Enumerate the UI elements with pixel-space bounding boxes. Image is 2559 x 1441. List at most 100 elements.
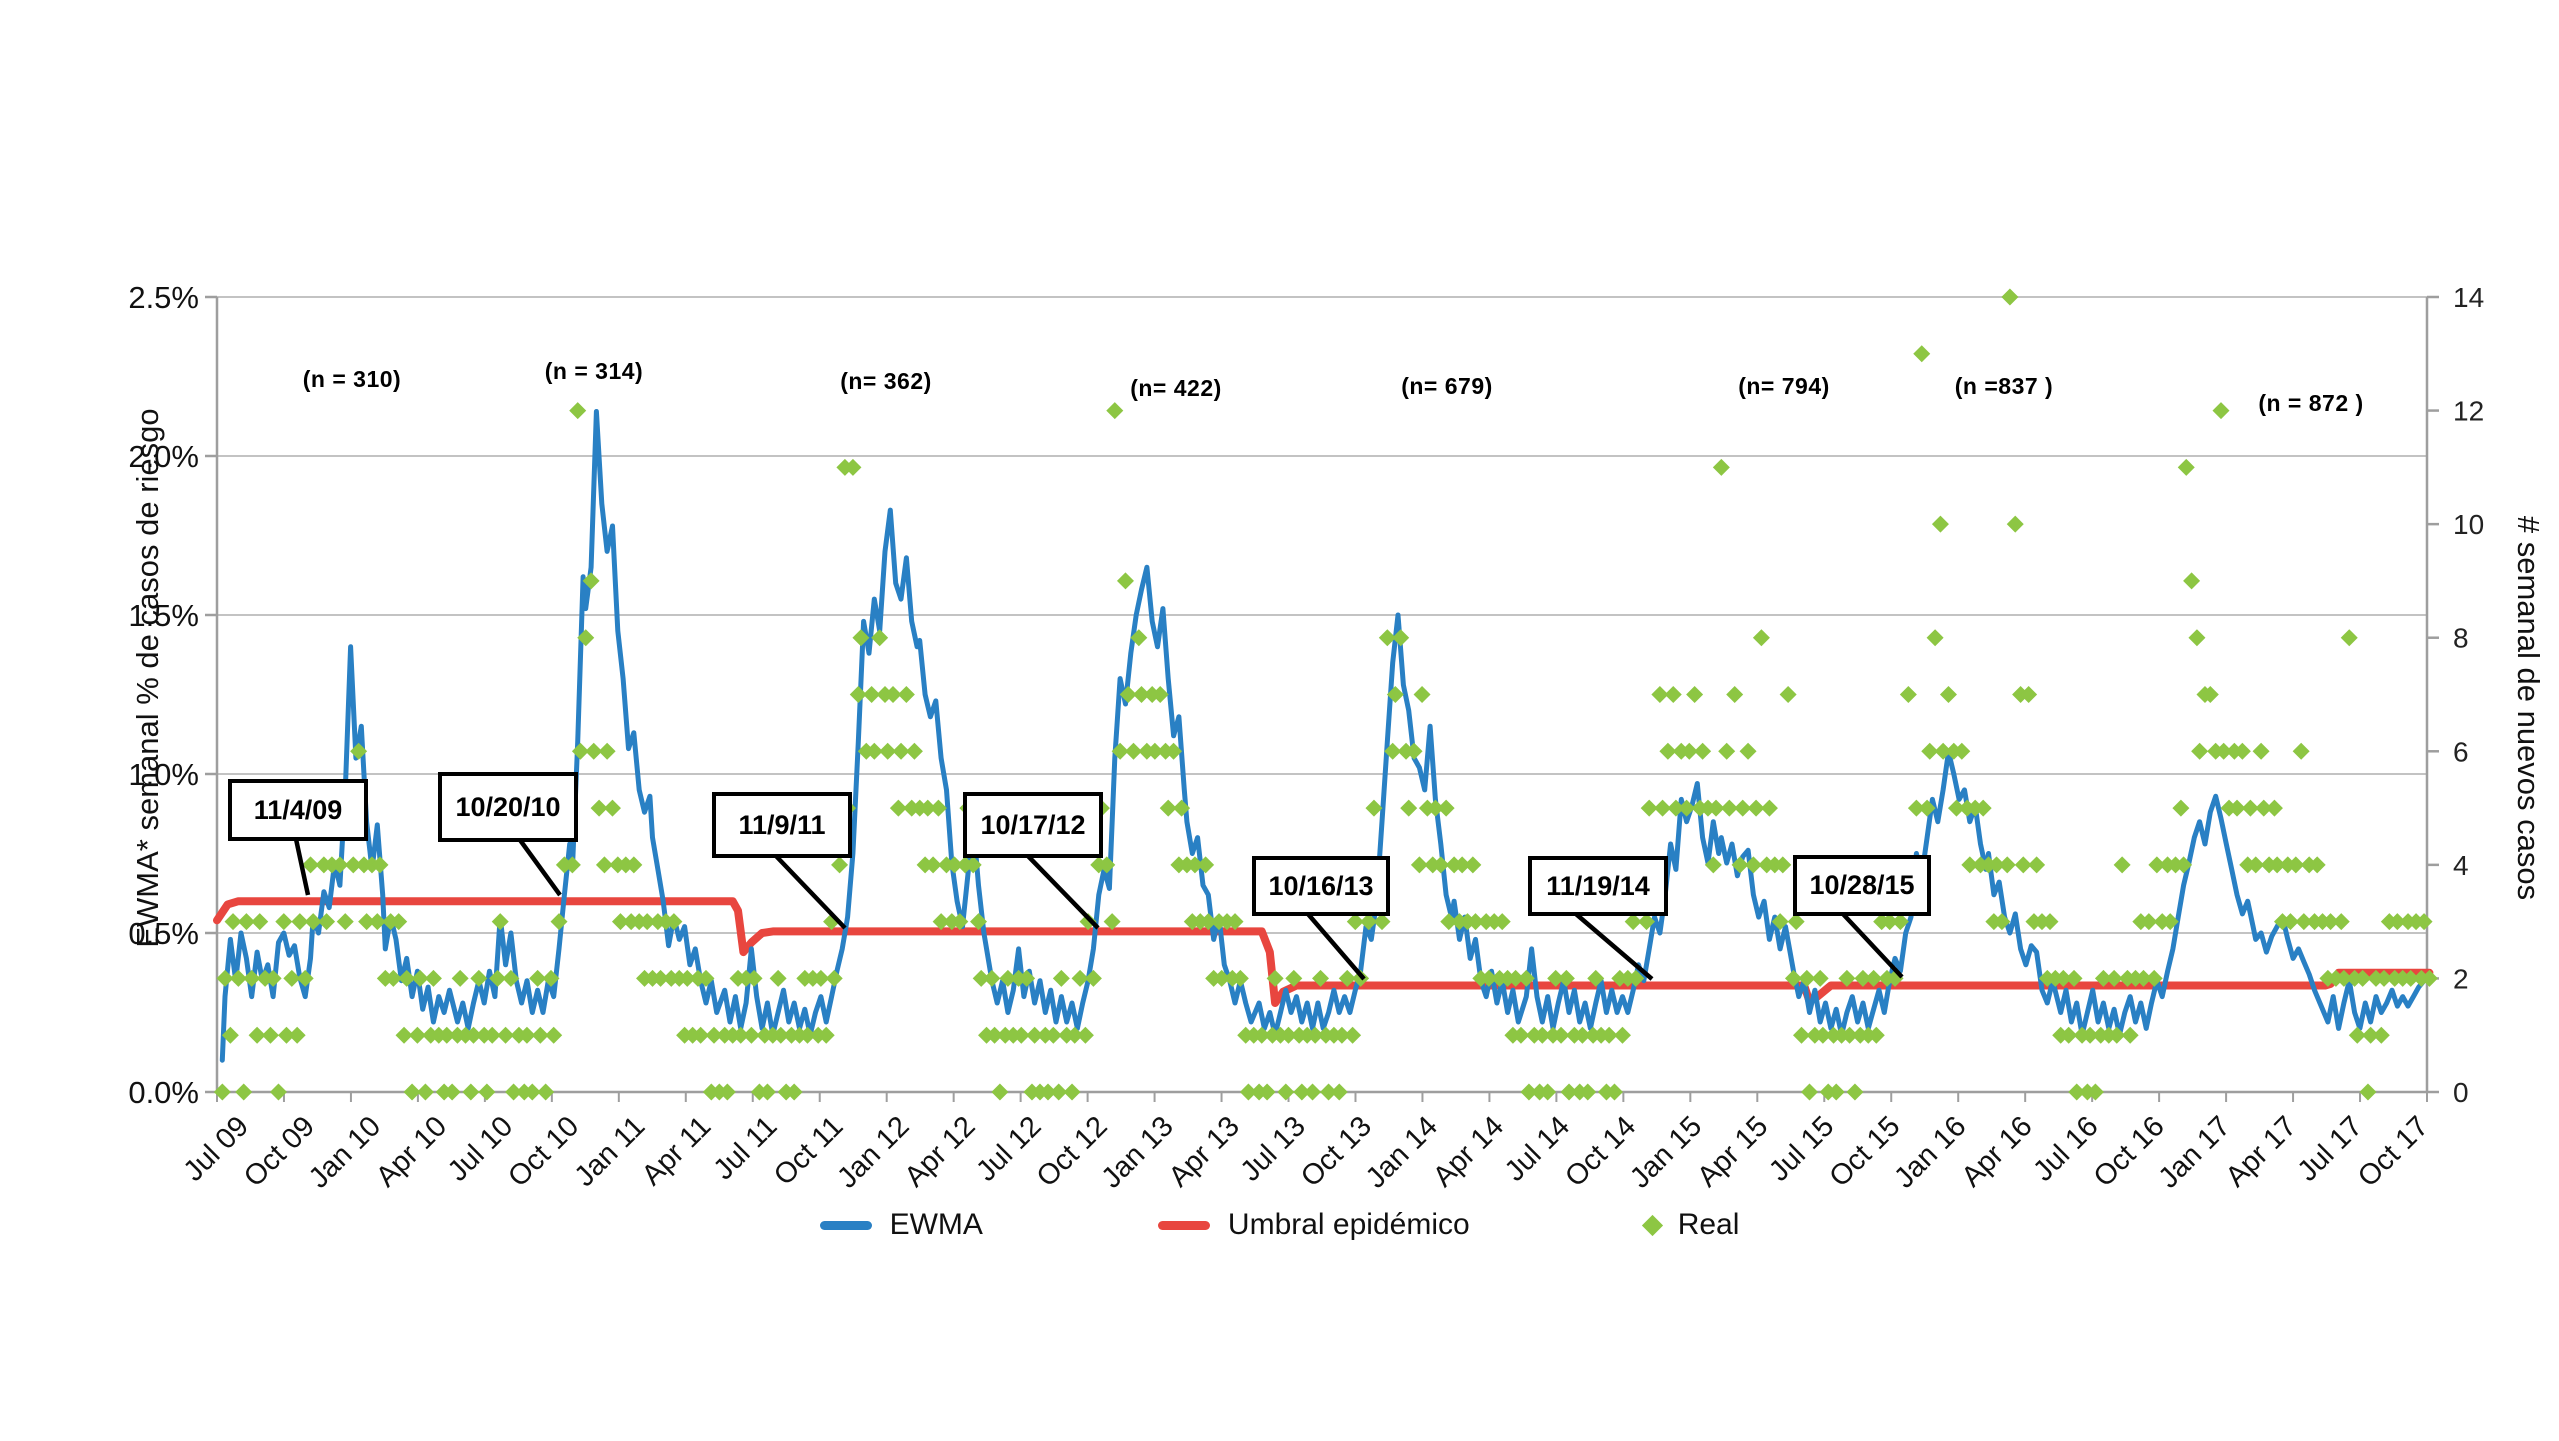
x-axis-tick-label: Jan 11 bbox=[569, 1110, 652, 1193]
real-data-point bbox=[2178, 459, 2195, 476]
real-data-point bbox=[289, 1027, 306, 1044]
right-axis-tick-label: 10 bbox=[2453, 509, 2484, 540]
sample-size-annotation: (n = 310) bbox=[303, 366, 401, 393]
real-data-point bbox=[599, 743, 616, 760]
threshold-date-callout: 11/19/14 bbox=[1528, 856, 1668, 916]
x-axis-tick-label: Apr 16 bbox=[1956, 1110, 2039, 1193]
real-data-point bbox=[2188, 629, 2205, 646]
right-axis-tick-label: 14 bbox=[2453, 282, 2484, 313]
left-axis-tick-label: 0.0% bbox=[128, 1075, 199, 1110]
sample-size-annotation: (n =837 ) bbox=[1955, 373, 2053, 400]
real-data-point bbox=[275, 913, 292, 930]
ewma-line-swatch-icon bbox=[820, 1221, 872, 1230]
real-data-point bbox=[337, 913, 354, 930]
legend-item-ewma: EWMA bbox=[820, 1208, 983, 1242]
real-data-point bbox=[1686, 686, 1703, 703]
legend-label-real: Real bbox=[1678, 1208, 1740, 1242]
real-data-point bbox=[2373, 1027, 2390, 1044]
real-data-point bbox=[831, 856, 848, 873]
right-axis-tick-label: 12 bbox=[2453, 396, 2484, 427]
callout-leader-line bbox=[520, 840, 560, 895]
x-axis-tick-label: Jan 14 bbox=[1360, 1110, 1444, 1194]
real-data-point bbox=[478, 1084, 495, 1101]
real-data-point bbox=[1932, 516, 1949, 533]
real-data-point bbox=[492, 913, 509, 930]
x-axis-tick-label: Oct 10 bbox=[502, 1110, 585, 1193]
real-data-point bbox=[906, 743, 923, 760]
real-data-point bbox=[1053, 970, 1070, 987]
real-data-point bbox=[2341, 629, 2358, 646]
real-data-point bbox=[462, 1084, 479, 1101]
x-axis-tick-label: Oct 13 bbox=[1295, 1110, 1378, 1193]
real-data-point bbox=[1106, 402, 1123, 419]
x-axis-tick-label: Apr 17 bbox=[2220, 1110, 2303, 1193]
real-data-point bbox=[2028, 856, 2045, 873]
real-data-point bbox=[2213, 402, 2230, 419]
real-data-point bbox=[1940, 686, 1957, 703]
real-data-point bbox=[1331, 1084, 1348, 1101]
x-axis-tick-label: Apr 15 bbox=[1691, 1110, 1774, 1193]
real-data-point bbox=[1665, 686, 1682, 703]
real-data-point bbox=[1761, 800, 1778, 817]
left-axis-tick-label: 2.5% bbox=[128, 280, 199, 315]
real-data-point bbox=[826, 970, 843, 987]
x-axis-tick-label: Apr 14 bbox=[1427, 1110, 1510, 1193]
x-axis-tick-label: Apr 11 bbox=[636, 1110, 718, 1192]
right-axis-tick-label: 6 bbox=[2453, 736, 2469, 767]
right-axis-tick-label: 2 bbox=[2453, 963, 2469, 994]
real-diamond-swatch-icon bbox=[1642, 1214, 1663, 1235]
threshold-date-callout: 10/16/13 bbox=[1252, 856, 1390, 916]
umbral-line-swatch-icon bbox=[1158, 1221, 1210, 1230]
threshold-date-callout: 10/17/12 bbox=[963, 792, 1103, 858]
real-data-point bbox=[1438, 800, 1455, 817]
real-data-point bbox=[545, 1027, 562, 1044]
sample-size-annotation: (n= 362) bbox=[840, 368, 932, 395]
x-axis-tick-label: Oct 14 bbox=[1559, 1110, 1642, 1193]
x-axis-tick-label: Oct 16 bbox=[2088, 1110, 2171, 1193]
sample-size-annotation: (n= 794) bbox=[1738, 373, 1830, 400]
sample-size-annotation: (n = 314) bbox=[545, 358, 643, 385]
real-data-point bbox=[2266, 800, 2283, 817]
real-data-point bbox=[604, 800, 621, 817]
sample-size-annotation: (n = 872 ) bbox=[2258, 390, 2363, 417]
real-data-point bbox=[452, 970, 469, 987]
threshold-date-callout: 11/9/11 bbox=[712, 792, 852, 858]
sample-size-annotation: (n= 679) bbox=[1401, 373, 1493, 400]
real-data-point bbox=[1801, 1084, 1818, 1101]
legend-item-real: Real bbox=[1645, 1208, 1740, 1242]
real-data-point bbox=[417, 1084, 434, 1101]
right-axis-title: # semanal de nuevos casos bbox=[2510, 428, 2546, 988]
real-data-point bbox=[235, 1084, 252, 1101]
real-data-point bbox=[1304, 1084, 1321, 1101]
real-data-point bbox=[1927, 629, 1944, 646]
threshold-date-callout: 11/4/09 bbox=[228, 779, 368, 841]
real-data-point bbox=[1740, 743, 1757, 760]
ewma-line bbox=[222, 412, 2429, 1061]
right-axis-tick-label: 0 bbox=[2453, 1077, 2469, 1108]
x-axis-tick-label: Jan 12 bbox=[831, 1110, 915, 1194]
real-data-point bbox=[1999, 856, 2016, 873]
callout-leader-line bbox=[1028, 856, 1098, 928]
real-data-point bbox=[1365, 800, 1382, 817]
real-data-point bbox=[930, 800, 947, 817]
real-data-point bbox=[1900, 686, 1917, 703]
threshold-date-callout: 10/28/15 bbox=[1793, 855, 1931, 916]
real-data-point bbox=[251, 913, 268, 930]
real-data-point bbox=[1913, 345, 1930, 362]
real-data-point bbox=[1344, 1027, 1361, 1044]
real-data-point bbox=[569, 402, 586, 419]
real-data-point bbox=[2191, 743, 2208, 760]
real-data-point bbox=[1464, 856, 1481, 873]
legend-item-umbral: Umbral epidémico bbox=[1158, 1208, 1470, 1242]
real-data-point bbox=[551, 913, 568, 930]
real-data-point bbox=[1064, 1084, 1081, 1101]
x-axis-tick-label: Jan 13 bbox=[1096, 1110, 1180, 1194]
ewma-surveillance-chart: 0.0%0.5%1.0%1.5%2.0%2.5%02468101214Jul 0… bbox=[0, 0, 2559, 1441]
real-data-point bbox=[2253, 743, 2270, 760]
real-data-point bbox=[1713, 459, 1730, 476]
x-axis-tick-label: Jan 17 bbox=[2153, 1110, 2237, 1194]
real-data-point bbox=[1117, 572, 1134, 589]
real-data-point bbox=[2359, 1084, 2376, 1101]
x-axis-tick-label: Jul 11 bbox=[708, 1110, 784, 1186]
threshold-date-callout: 10/20/10 bbox=[438, 772, 578, 842]
